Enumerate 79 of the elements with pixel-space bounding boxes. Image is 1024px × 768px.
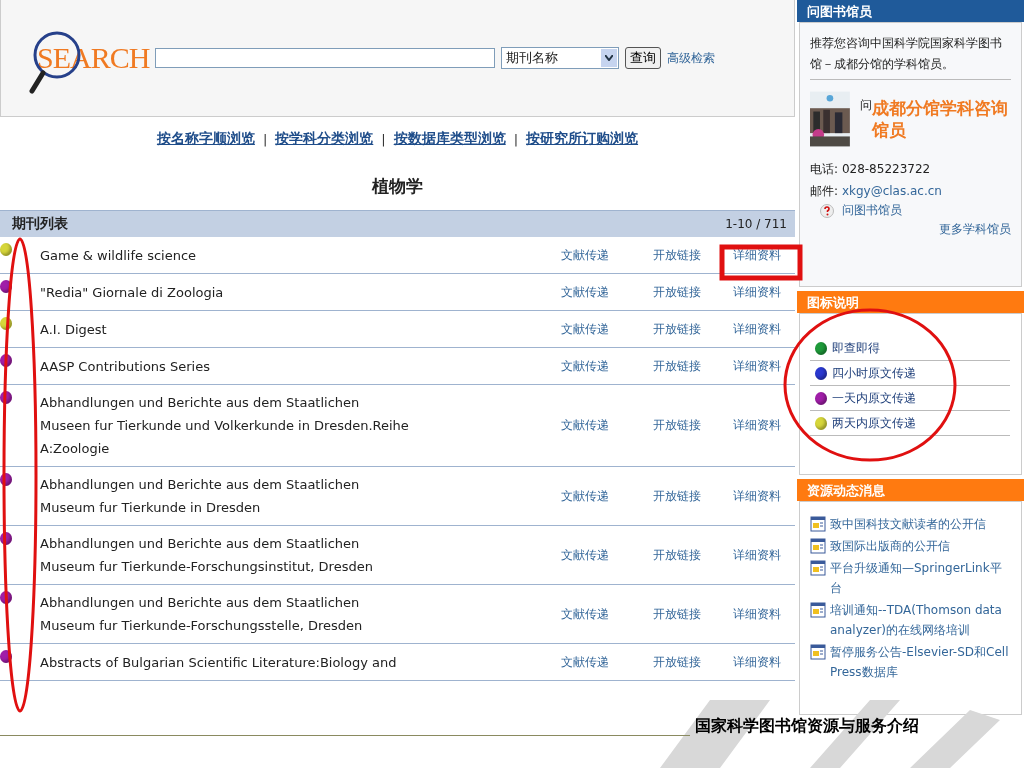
- journal-link[interactable]: 详细资料: [701, 357, 795, 375]
- journal-link[interactable]: 文献传递: [561, 546, 621, 564]
- news-link[interactable]: 致中国科技文献读者的公开信: [830, 514, 986, 534]
- browse-link[interactable]: 按学科分类浏览: [275, 130, 374, 148]
- journal-link[interactable]: 文献传递: [561, 653, 621, 671]
- news-link[interactable]: 平台升级通知—SpringerLink平台: [830, 558, 1011, 598]
- legend-label: 即查即得: [832, 340, 880, 357]
- journal-title: Abhandlungen und Berichte aus dem Staatlichen Museum fur Tierkunde-Forschungsinstitut, Dresden: [40, 535, 374, 576]
- journal-link[interactable]: 文献传递: [561, 417, 621, 434]
- subject-title: 植物学: [371, 175, 424, 198]
- journal-link[interactable]: 开放链接: [621, 417, 701, 434]
- separator: |: [513, 131, 519, 147]
- journal-link[interactable]: 文献传递: [561, 605, 621, 623]
- journal-link[interactable]: 开放链接: [621, 320, 701, 338]
- separator: |: [262, 131, 268, 147]
- more-librarians-link[interactable]: 更多学科馆员: [939, 222, 1011, 236]
- chevron-down-icon: [605, 55, 614, 61]
- journal-title: Game & wildlife science: [40, 246, 198, 265]
- browse-link[interactable]: 按研究所订购浏览: [526, 130, 639, 148]
- news-link[interactable]: 致国际出版商的公开信: [830, 536, 950, 556]
- journal-title: Abhandlungen und Berichte aus dem Staatlichen Museum fur Tierkunde-Forschungsstelle, Dresden: [40, 594, 364, 635]
- journal-title: AASP Contributions Series: [40, 357, 211, 376]
- search-field[interactable]: [155, 48, 496, 68]
- journal-link[interactable]: 详细资料: [701, 283, 795, 301]
- help-icon: [820, 203, 834, 218]
- document-icon: [810, 644, 826, 660]
- news-link[interactable]: 暂停服务公告-Elsevier-SD和Cell Press数据库: [830, 642, 1011, 682]
- browse-link[interactable]: 按名称字顺浏览: [156, 130, 255, 148]
- list-title: 期刊列表: [12, 215, 68, 233]
- journal-link[interactable]: 详细资料: [701, 605, 795, 623]
- email-label: 邮件:: [810, 184, 839, 198]
- panel-title: 图标说明: [797, 291, 1024, 313]
- intro-text: 推荐您咨询中国科学院国家科学图书馆－成都分馆的学科馆员。: [810, 33, 1011, 80]
- journal-link[interactable]: 文献传递: [561, 487, 621, 505]
- journal-title: Abhandlungen und Berichte aus dem Staatlichen Museum fur Tierkunde in Dresden: [40, 476, 361, 517]
- journal-link[interactable]: 开放链接: [621, 546, 701, 564]
- journal-link[interactable]: 开放链接: [621, 605, 701, 623]
- journal-dropdown[interactable]: 期刊名称: [501, 47, 620, 69]
- journal-title: A.I. Digest: [40, 320, 108, 339]
- prefix-text: 问: [859, 97, 872, 114]
- panel-title: 资源动态消息: [797, 479, 1024, 501]
- journal-link[interactable]: 文献传递: [561, 283, 621, 301]
- journal-link[interactable]: 开放链接: [621, 357, 701, 375]
- ask-librarian-link[interactable]: 问图书馆员: [842, 202, 902, 219]
- journal-link[interactable]: 详细资料: [701, 546, 795, 564]
- slide-footer: 国家科学图书馆资源与服务介绍: [695, 716, 919, 737]
- journal-link[interactable]: 详细资料: [701, 417, 795, 434]
- document-icon: [810, 538, 826, 554]
- journal-link[interactable]: 详细资料: [701, 246, 795, 264]
- journal-link[interactable]: 文献传递: [561, 357, 621, 375]
- panel-title: 问图书馆员: [797, 0, 1024, 22]
- legend-label: 一天内原文传递: [832, 390, 916, 407]
- journal-link[interactable]: 详细资料: [701, 653, 795, 671]
- document-icon: [810, 560, 826, 576]
- journal-link[interactable]: 开放链接: [621, 283, 701, 301]
- librarian-headline: 成都分馆学科咨询馆员: [871, 97, 1009, 141]
- email-link[interactable]: xkgy@clas.ac.cn: [841, 184, 942, 198]
- news-link[interactable]: 培训通知--TDA(Thomson data analyzer)的在线网络培训: [830, 600, 1011, 640]
- separator: |: [381, 131, 386, 147]
- phone-label: 电话:: [810, 162, 839, 176]
- journal-title: Abstracts of Bulgarian Scientific Literature:Biology and: [40, 653, 398, 672]
- query-button[interactable]: 查询: [625, 47, 662, 69]
- result-range: 1-10 / 711: [725, 217, 787, 231]
- journal-link[interactable]: 详细资料: [701, 487, 795, 505]
- journal-title: Abhandlungen und Berichte aus dem Staatlichen Museen fur Tierkunde und Volkerkunde in Dresden.Reihe A:Zoologie: [40, 394, 410, 458]
- document-icon: [810, 602, 826, 618]
- browse-link[interactable]: 按数据库类型浏览: [393, 130, 506, 148]
- journal-link[interactable]: 开放链接: [621, 246, 701, 264]
- advanced-search-link[interactable]: 高级检索: [667, 49, 716, 67]
- legend-label: 两天内原文传递: [832, 415, 916, 432]
- journal-link[interactable]: 开放链接: [621, 487, 701, 505]
- journal-link[interactable]: 详细资料: [701, 320, 795, 338]
- phone-number: 028-85223722: [841, 162, 931, 176]
- journal-link[interactable]: 开放链接: [621, 653, 701, 671]
- journal-title: "Redia" Giornale di Zoologia: [40, 283, 225, 302]
- document-icon: [810, 516, 826, 532]
- journal-link[interactable]: 文献传递: [561, 320, 621, 338]
- legend-label: 四小时原文传递: [832, 365, 916, 382]
- journal-link[interactable]: 文献传递: [561, 246, 621, 264]
